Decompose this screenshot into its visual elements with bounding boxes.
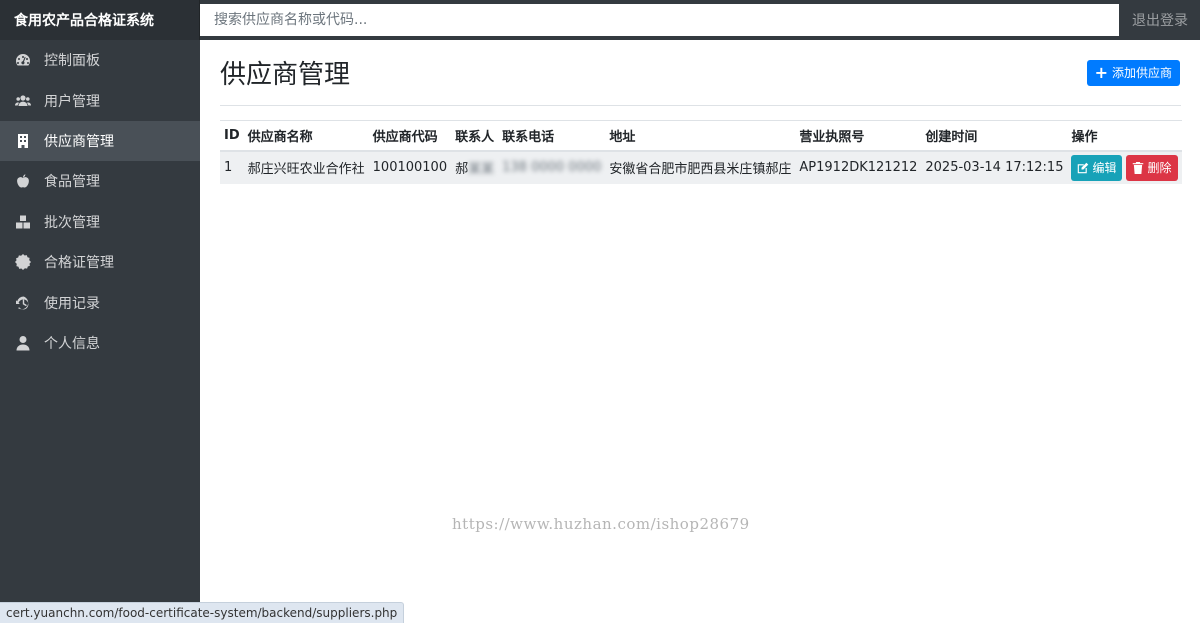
watermark: https://www.huzhan.com/ishop28679 (452, 515, 750, 533)
edit-label: 编辑 (1092, 161, 1117, 175)
trash-icon (1133, 161, 1144, 174)
cell-address: 安徽省合肥市肥西县米庄镇郝庄 (605, 150, 796, 184)
top-navbar: 食用农产品合格证系统 退出登录 (0, 0, 1200, 40)
edit-button[interactable]: 编辑 (1071, 154, 1123, 181)
status-bar-url: cert.yuanchn.com/food-certificate-system… (0, 602, 405, 623)
page-title: 供应商管理 (220, 60, 351, 90)
column-header: 创建时间 (921, 120, 1068, 152)
cell-license: AP1912DK121212 (795, 150, 922, 184)
sidebar-item-dashboard[interactable]: 控制面板 (0, 40, 200, 80)
history-icon (14, 294, 32, 312)
sidebar-item-label: 用户管理 (44, 93, 100, 110)
main-content: 供应商管理 + 添加供应商 ID 供应商名称 供应商代码 联系人 联系电话 地址… (220, 40, 1182, 184)
sidebar-item-usage-records[interactable]: 使用记录 (0, 282, 200, 322)
delete-label: 删除 (1147, 161, 1172, 175)
sidebar-item-batches[interactable]: 批次管理 (0, 202, 200, 242)
column-header: 操作 (1067, 120, 1182, 152)
column-header: 供应商代码 (368, 120, 452, 152)
column-header: ID (220, 120, 244, 152)
sidebar-item-label: 个人信息 (44, 335, 100, 352)
column-header: 联系人 (451, 120, 499, 152)
contact-redacted: 某某 (468, 162, 495, 177)
page-header: 供应商管理 + 添加供应商 (220, 40, 1181, 106)
apple-icon (14, 172, 32, 190)
column-header: 营业执照号 (795, 120, 922, 152)
cell-actions: 编辑 删除 (1067, 150, 1182, 184)
add-supplier-button[interactable]: + 添加供应商 (1086, 59, 1180, 86)
cell-supplier-code: 100100100 (368, 150, 452, 184)
table-row: 1 郝庄兴旺农业合作社 100100100 郝某某 138 0000 0000 … (220, 150, 1182, 184)
delete-button[interactable]: 删除 (1126, 154, 1178, 181)
sidebar-item-label: 食品管理 (44, 174, 100, 191)
logout-link[interactable]: 退出登录 (1132, 0, 1188, 40)
column-header: 地址 (605, 120, 796, 152)
search-input[interactable] (200, 4, 1119, 36)
plus-icon: + (1094, 62, 1108, 82)
dashboard-icon (14, 51, 32, 69)
sidebar-item-label: 批次管理 (44, 214, 100, 231)
app-title[interactable]: 食用农产品合格证系统 (0, 0, 200, 40)
sidebar-item-suppliers[interactable]: 供应商管理 (0, 120, 200, 162)
sidebar-item-label: 合格证管理 (44, 255, 114, 272)
cell-created-time: 2025-03-14 17:12:15 (921, 150, 1068, 184)
phone-redacted: 138 0000 0000 (502, 160, 602, 175)
sidebar-item-profile[interactable]: 个人信息 (0, 323, 200, 363)
sidebar-item-label: 使用记录 (44, 295, 100, 312)
user-icon (14, 334, 32, 352)
add-supplier-label: 添加供应商 (1111, 66, 1172, 80)
column-header: 供应商名称 (243, 120, 369, 152)
edit-icon (1078, 162, 1089, 173)
suppliers-table: ID 供应商名称 供应商代码 联系人 联系电话 地址 营业执照号 创建时间 操作… (220, 120, 1182, 184)
sidebar-item-label: 控制面板 (44, 53, 100, 70)
cell-phone: 138 0000 0000 (498, 150, 606, 184)
contact-visible: 郝 (455, 162, 469, 177)
cell-supplier-name: 郝庄兴旺农业合作社 (243, 150, 369, 184)
table-header-row: ID 供应商名称 供应商代码 联系人 联系电话 地址 营业执照号 创建时间 操作 (220, 120, 1182, 152)
certificate-icon (14, 253, 32, 271)
building-icon (14, 132, 32, 150)
sidebar: 控制面板 用户管理 供应商管理 食品管理 批次管理 合格证管理 使用记录 个人信… (0, 40, 200, 623)
sidebar-item-certificates[interactable]: 合格证管理 (0, 242, 200, 282)
column-header: 联系电话 (498, 120, 606, 152)
cell-contact: 郝某某 (451, 150, 499, 184)
sidebar-item-foods[interactable]: 食品管理 (0, 161, 200, 201)
users-icon (14, 92, 32, 110)
boxes-icon (14, 213, 32, 231)
sidebar-item-label: 供应商管理 (44, 133, 114, 150)
cell-id: 1 (220, 150, 244, 184)
sidebar-item-users[interactable]: 用户管理 (0, 80, 200, 120)
